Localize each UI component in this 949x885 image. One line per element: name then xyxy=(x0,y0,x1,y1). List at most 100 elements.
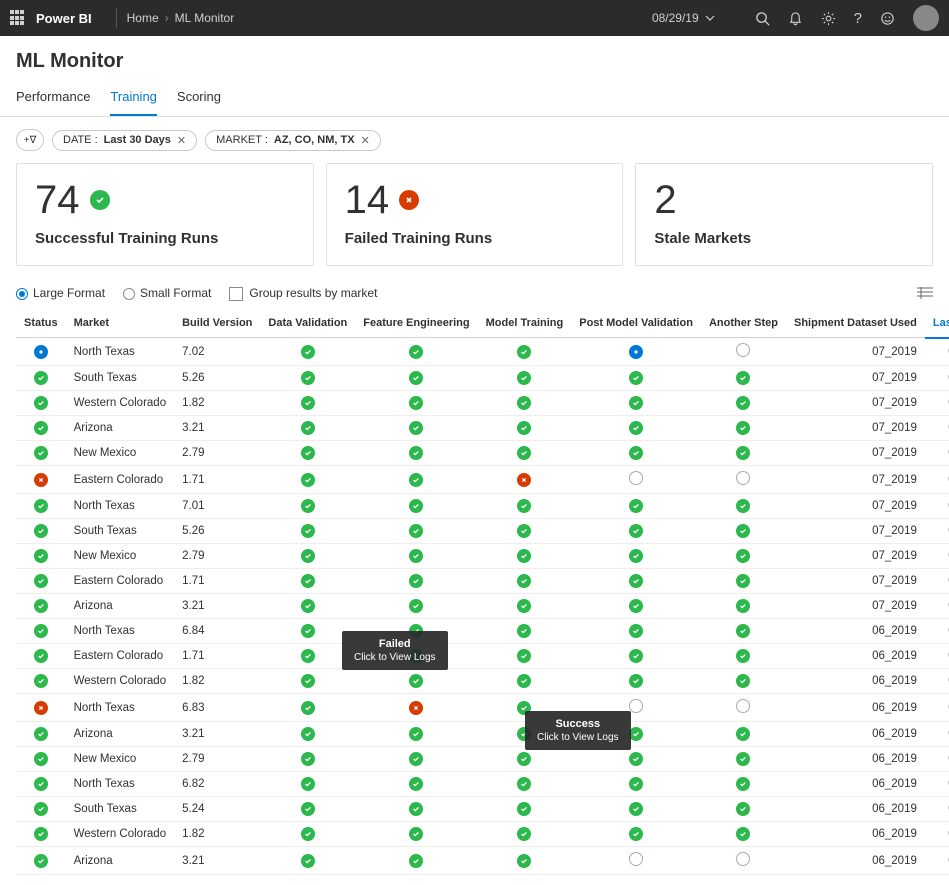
apps-grid-icon[interactable] xyxy=(10,10,26,26)
status-success-icon[interactable] xyxy=(409,574,423,588)
col-shipment-dataset[interactable]: Shipment Dataset Used xyxy=(786,311,925,338)
status-success-icon[interactable] xyxy=(629,421,643,435)
status-success-icon[interactable] xyxy=(517,499,531,513)
status-success-icon[interactable] xyxy=(517,649,531,663)
status-success-icon[interactable] xyxy=(409,752,423,766)
table-row[interactable]: Eastern Colorado1.7106_201902:51CST08-05… xyxy=(16,644,949,669)
status-success-icon[interactable] xyxy=(517,446,531,460)
radio-large-format[interactable]: Large Format xyxy=(16,286,105,300)
status-success-icon[interactable] xyxy=(517,421,531,435)
status-success-icon[interactable] xyxy=(409,727,423,741)
status-success-icon[interactable] xyxy=(34,752,48,766)
status-success-icon[interactable] xyxy=(34,624,48,638)
status-failed-icon[interactable] xyxy=(409,701,423,715)
table-row[interactable]: Arizona3.2107_201902:22CST08-12-2019 xyxy=(16,594,949,619)
checkbox-group-by-market[interactable]: Group results by market xyxy=(229,286,377,301)
status-success-icon[interactable] xyxy=(409,473,423,487)
col-data-validation[interactable]: Data Validation xyxy=(260,311,355,338)
status-success-icon[interactable] xyxy=(736,777,750,791)
col-build[interactable]: Build Version xyxy=(174,311,260,338)
status-success-icon[interactable] xyxy=(409,549,423,563)
filter-chip-market[interactable]: MARKET : AZ, CO, NM, TX ✕ xyxy=(205,130,381,151)
status-success-icon[interactable] xyxy=(736,396,750,410)
table-row[interactable]: North Texas7.0107_201902:43CST08-12-2019 xyxy=(16,494,949,519)
col-last-training-attempt[interactable]: Last Training Attempt At↓ xyxy=(925,311,949,338)
status-success-icon[interactable] xyxy=(736,624,750,638)
breadcrumb-current[interactable]: ML Monitor xyxy=(175,11,235,25)
status-success-icon[interactable] xyxy=(409,624,423,638)
status-success-icon[interactable] xyxy=(736,446,750,460)
table-row[interactable]: South Texas5.2406_201903:33CST07-28-2019 xyxy=(16,797,949,822)
status-success-icon[interactable] xyxy=(629,674,643,688)
status-success-icon[interactable] xyxy=(629,649,643,663)
col-status[interactable]: Status xyxy=(16,311,66,338)
add-filter-button[interactable]: +∇ xyxy=(16,129,44,151)
table-row[interactable]: New Mexico2.7907_201902:33CST08-12-2019 xyxy=(16,544,949,569)
smile-icon[interactable] xyxy=(880,11,895,26)
status-success-icon[interactable] xyxy=(301,727,315,741)
table-row[interactable]: Arizona3.2106_201903:12CST07-28-2019 xyxy=(16,847,949,875)
table-row[interactable]: Arizona3.2106_201903:45CST07-28-2019 xyxy=(16,722,949,747)
status-success-icon[interactable] xyxy=(736,649,750,663)
status-success-icon[interactable] xyxy=(34,649,48,663)
status-success-icon[interactable] xyxy=(736,549,750,563)
status-success-icon[interactable] xyxy=(301,674,315,688)
status-success-icon[interactable] xyxy=(301,752,315,766)
status-success-icon[interactable] xyxy=(301,574,315,588)
table-row[interactable]: New Mexico2.7906_201903:43CST07-28-2019 xyxy=(16,747,949,772)
status-success-icon[interactable] xyxy=(34,777,48,791)
status-success-icon[interactable] xyxy=(301,396,315,410)
tab-performance[interactable]: Performance xyxy=(16,81,90,116)
card-failed-runs[interactable]: 14 Failed Training Runs xyxy=(326,163,624,266)
status-success-icon[interactable] xyxy=(301,854,315,868)
status-success-icon[interactable] xyxy=(517,549,531,563)
card-successful-runs[interactable]: 74 Successful Training Runs xyxy=(16,163,314,266)
status-success-icon[interactable] xyxy=(409,777,423,791)
status-success-icon[interactable] xyxy=(34,574,48,588)
status-success-icon[interactable] xyxy=(736,371,750,385)
status-success-icon[interactable] xyxy=(517,396,531,410)
status-success-icon[interactable] xyxy=(629,752,643,766)
status-success-icon[interactable] xyxy=(34,524,48,538)
status-success-icon[interactable] xyxy=(409,674,423,688)
status-success-icon[interactable] xyxy=(629,574,643,588)
status-success-icon[interactable] xyxy=(301,345,315,359)
status-success-icon[interactable] xyxy=(34,446,48,460)
status-success-icon[interactable] xyxy=(517,752,531,766)
status-success-icon[interactable] xyxy=(517,345,531,359)
status-success-icon[interactable] xyxy=(409,649,423,663)
status-success-icon[interactable] xyxy=(301,473,315,487)
status-success-icon[interactable] xyxy=(629,446,643,460)
status-success-icon[interactable] xyxy=(409,827,423,841)
table-row[interactable]: South Texas5.2607_201901:37CST08-19-2019 xyxy=(16,366,949,391)
status-success-icon[interactable] xyxy=(736,752,750,766)
status-success-icon[interactable] xyxy=(409,599,423,613)
gear-icon[interactable] xyxy=(821,11,836,26)
col-feature-engineering[interactable]: Feature Engineering xyxy=(355,311,477,338)
status-success-icon[interactable] xyxy=(301,421,315,435)
status-success-icon[interactable] xyxy=(517,701,531,715)
status-success-icon[interactable] xyxy=(34,371,48,385)
status-success-icon[interactable] xyxy=(517,371,531,385)
status-success-icon[interactable] xyxy=(629,827,643,841)
status-success-icon[interactable] xyxy=(301,524,315,538)
status-success-icon[interactable] xyxy=(736,727,750,741)
table-row[interactable]: North Texas7.0207_201901:43CST08-19-2019 xyxy=(16,338,949,366)
status-success-icon[interactable] xyxy=(301,649,315,663)
status-success-icon[interactable] xyxy=(301,371,315,385)
breadcrumb-home[interactable]: Home xyxy=(127,11,159,25)
date-selector[interactable]: 08/29/19 xyxy=(652,11,715,25)
status-success-icon[interactable] xyxy=(736,827,750,841)
avatar[interactable] xyxy=(913,5,939,31)
radio-small-format[interactable]: Small Format xyxy=(123,286,211,300)
status-success-icon[interactable] xyxy=(301,599,315,613)
tab-training[interactable]: Training xyxy=(110,81,156,116)
status-success-icon[interactable] xyxy=(34,727,48,741)
status-success-icon[interactable] xyxy=(629,524,643,538)
table-row[interactable]: Western Colorado1.8206_201903:27CST07-28… xyxy=(16,822,949,847)
table-row[interactable]: Western Colorado1.8206_201902:38CST08-05… xyxy=(16,669,949,694)
status-success-icon[interactable] xyxy=(736,802,750,816)
filter-chip-market-remove[interactable]: ✕ xyxy=(361,134,370,147)
table-row[interactable]: Eastern Colorado1.7107_201902:27CST08-12… xyxy=(16,569,949,594)
status-success-icon[interactable] xyxy=(409,371,423,385)
